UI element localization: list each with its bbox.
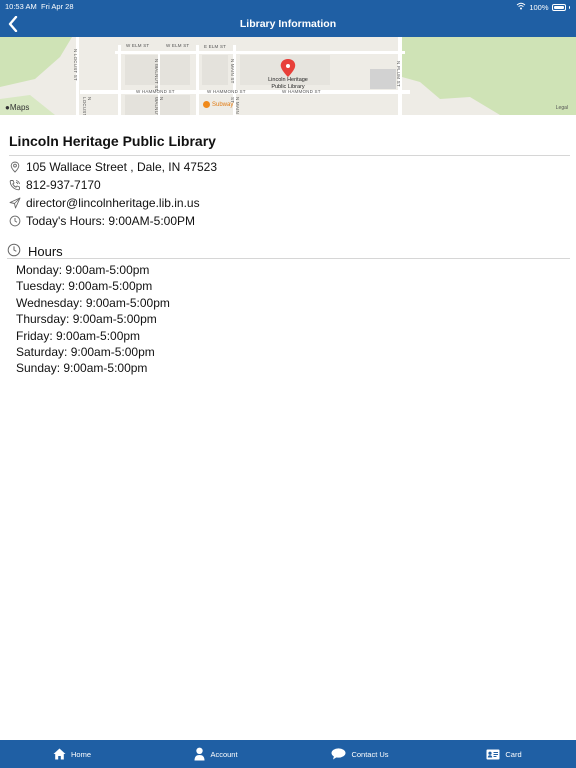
id-card-icon xyxy=(486,749,500,759)
street-label: W ELM ST xyxy=(166,43,190,48)
hours-item: Sunday: 9:00am-5:00pm xyxy=(16,361,148,376)
home-icon xyxy=(53,748,66,760)
tab-contact-us[interactable]: Contact Us xyxy=(288,740,432,768)
street-label: N LOCUST xyxy=(82,97,92,115)
divider xyxy=(9,155,570,156)
phone-text: 812-937-7170 xyxy=(26,178,101,192)
status-right: 100% xyxy=(516,2,570,12)
tab-card[interactable]: Card xyxy=(432,740,576,768)
divider xyxy=(7,258,570,259)
chat-bubble-icon xyxy=(331,748,346,760)
street-label: N PLUM ST xyxy=(396,61,401,87)
hours-item: Tuesday: 9:00am-5:00pm xyxy=(16,279,153,294)
tab-bar: Home Account Contact Us Card xyxy=(0,740,576,768)
clock-icon xyxy=(9,215,21,227)
maps-logo: ●Maps xyxy=(5,103,30,112)
user-icon xyxy=(194,747,205,761)
address-text: 105 Wallace Street , Dale, IN 47523 xyxy=(26,160,217,174)
status-date: Fri Apr 28 xyxy=(41,2,74,11)
hours-item: Wednesday: 9:00am-5:00pm xyxy=(16,295,170,310)
phone-icon xyxy=(9,179,21,191)
library-name: Lincoln Heritage Public Library xyxy=(9,133,216,149)
tab-account[interactable]: Account xyxy=(144,740,288,768)
street-label: N LOCUST ST xyxy=(73,49,78,81)
battery-icon xyxy=(551,3,566,11)
location-map[interactable]: W ELM ST W ELM ST E ELM ST W HAMMOND ST … xyxy=(0,37,576,115)
hours-item: Monday: 9:00am-5:00pm xyxy=(16,263,150,277)
wifi-icon xyxy=(516,2,526,12)
hours-heading-text: Hours xyxy=(28,244,63,259)
street-label: W ELM ST xyxy=(126,43,150,48)
street-label: N WALNUT xyxy=(154,97,164,115)
map-pin-label: Lincoln Heritage Public Library xyxy=(268,77,308,90)
phone-row[interactable]: 812-937-7170 xyxy=(9,178,101,192)
location-pin-icon xyxy=(9,161,21,173)
battery-percent: 100% xyxy=(529,2,549,12)
street-label: N MAIN ST xyxy=(230,59,235,84)
street-label: E ELM ST xyxy=(204,44,227,49)
subway-poi[interactable]: Subway xyxy=(203,101,233,108)
today-hours-row: Today's Hours: 9:00AM-5:00PM xyxy=(9,214,195,228)
hours-item: Saturday: 9:00am-5:00pm xyxy=(16,345,155,360)
hours-item: Thursday: 9:00am-5:00pm xyxy=(16,312,157,327)
address-row[interactable]: 105 Wallace Street , Dale, IN 47523 xyxy=(9,160,217,174)
tab-home[interactable]: Home xyxy=(0,740,144,768)
top-bar: 10:53 AM Fri Apr 28 100% Library Informa… xyxy=(0,0,576,37)
street-label: W HAMMOND ST xyxy=(207,89,246,94)
email-row[interactable]: director@lincolnheritage.lib.in.us xyxy=(9,196,200,210)
restaurant-icon xyxy=(203,101,210,108)
page-title: Library Information xyxy=(239,18,337,30)
legal-link[interactable]: Legal xyxy=(556,105,568,111)
hours-list: Monday: 9:00am-5:00pm Tuesday: 9:00am-5:… xyxy=(16,262,170,377)
today-hours-text: Today's Hours: 9:00AM-5:00PM xyxy=(26,214,196,228)
status-bar: 10:53 AM Fri Apr 28 100% xyxy=(0,0,576,12)
email-text: director@lincolnheritage.lib.in.us xyxy=(26,196,200,210)
street-label: N WALNUT ST xyxy=(154,59,159,92)
status-time: 10:53 AM xyxy=(5,2,37,11)
hours-item: Friday: 9:00am-5:00pm xyxy=(16,328,141,343)
send-icon xyxy=(9,197,21,209)
